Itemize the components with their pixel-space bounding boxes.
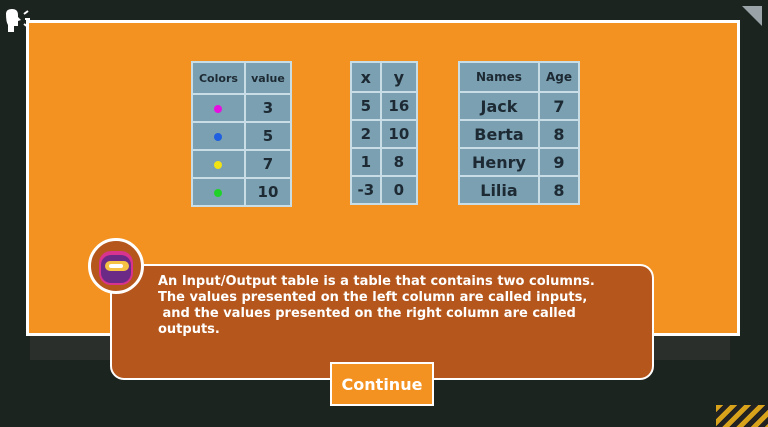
x-cell: 5 [350,91,382,121]
table-row: Henry 9 [458,147,581,177]
table-row: 1 8 [350,147,419,177]
value-cell: 5 [243,121,293,151]
x-cell: 2 [350,119,382,149]
dialog-line: outputs. [158,322,220,337]
magenta-dot-icon [214,105,223,113]
name-cell: Henry [458,147,540,177]
table-row: 10 [191,177,293,207]
green-dot-icon [214,189,223,197]
age-cell: 7 [537,91,581,121]
age-cell: 8 [537,175,581,205]
table-row: 2 10 [350,119,419,149]
y-header: y [379,61,419,93]
corner-triangle-icon[interactable] [740,4,764,28]
table-row: 3 [191,93,293,123]
x-cell: 1 [350,147,382,177]
blue-dot-icon [214,133,223,141]
dialog-text: An Input/Output table is a table that co… [158,274,648,338]
names-header: Names [458,61,540,93]
value-header: value [243,61,293,95]
background-stripes [716,405,768,427]
y-cell: 8 [379,147,419,177]
value-cell: 3 [243,93,293,123]
table-row: 5 16 [350,91,419,121]
age-header: Age [537,61,581,93]
dialog-line: and the values presented on the right co… [158,306,576,321]
y-cell: 16 [379,91,419,121]
xy-table: x y 5 16 2 10 1 8 -3 0 [350,61,419,205]
names-age-table: Names Age Jack 7 Berta 8 Henry 9 Lilia 8 [458,61,581,205]
table-row: 7 [191,149,293,179]
value-cell: 7 [243,149,293,179]
value-cell: 10 [243,177,293,207]
dialog-line: The values presented on the left column … [158,290,588,305]
colors-value-table: Colors value 3 5 7 10 [191,61,293,207]
yellow-dot-icon [214,161,223,169]
age-cell: 9 [537,147,581,177]
table-row: -3 0 [350,175,419,205]
age-cell: 8 [537,119,581,149]
continue-button[interactable]: Continue [330,362,434,406]
table-row: Berta 8 [458,119,581,149]
robot-character-icon [88,238,144,294]
name-cell: Jack [458,91,540,121]
x-header: x [350,61,382,93]
table-row: Jack 7 [458,91,581,121]
table-row: 5 [191,121,293,151]
colors-header: Colors [191,61,246,95]
x-cell: -3 [350,175,382,205]
y-cell: 0 [379,175,419,205]
y-cell: 10 [379,119,419,149]
table-row: Lilia 8 [458,175,581,205]
name-cell: Lilia [458,175,540,205]
name-cell: Berta [458,119,540,149]
dialog-line: An Input/Output table is a table that co… [158,274,595,289]
